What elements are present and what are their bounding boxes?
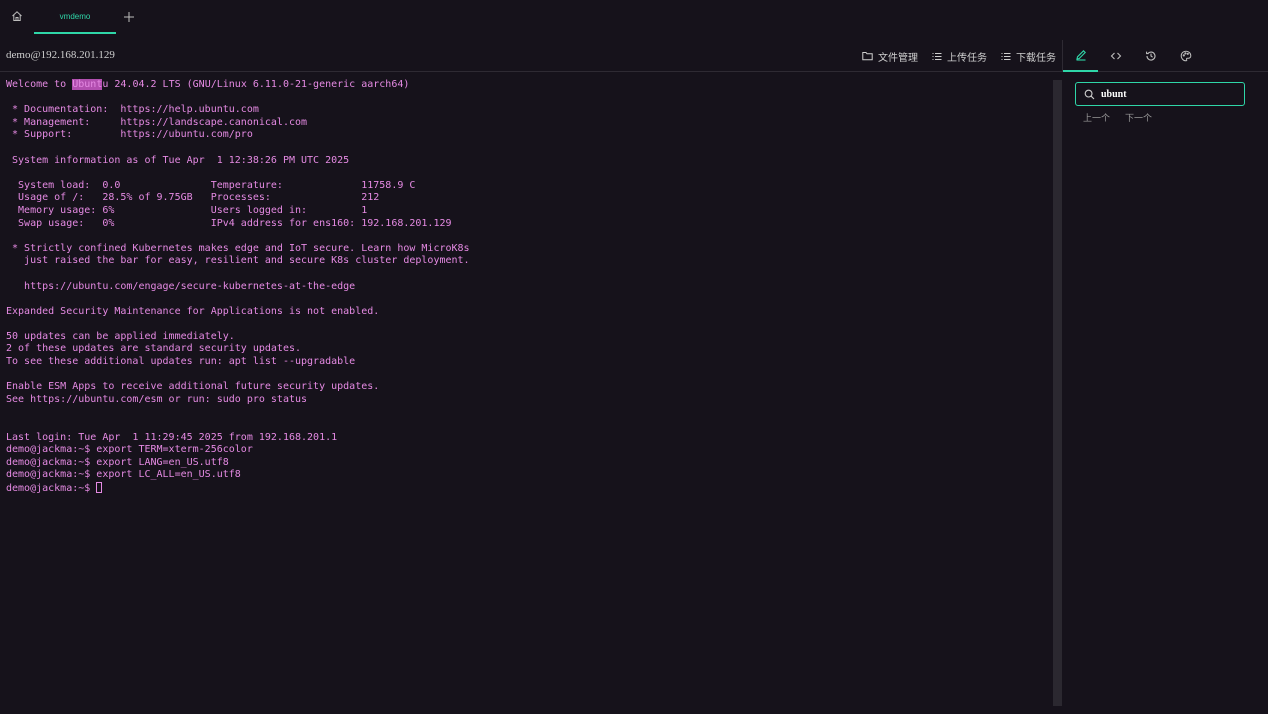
terminal-cursor [96, 482, 103, 493]
terminal-line: Enable ESM Apps to receive additional fu… [6, 381, 380, 393]
tab-code[interactable] [1098, 40, 1133, 72]
terminal-line: 50 updates can be applied immediately. [6, 330, 235, 342]
palette-icon [1180, 50, 1191, 62]
terminal-line: 2 of these updates are standard security… [6, 343, 302, 355]
terminal-line: Expanded Security Maintenance for Applic… [6, 305, 380, 317]
terminal-line: demo@jackma:~$ export TERM=xterm-256colo… [6, 444, 253, 456]
next-match-link[interactable]: 下一个 [1125, 111, 1152, 124]
home-icon [12, 11, 22, 21]
terminal-line: demo@jackma:~$ [6, 482, 1050, 496]
terminal-line: To see these additional updates run: apt… [6, 356, 356, 368]
list-icon [1001, 52, 1011, 60]
terminal-line: Memory usage: 6% Users logged in: 1 [6, 204, 368, 216]
terminal-line: Usage of /: 28.5% of 9.75GB Processes: 2… [6, 192, 380, 204]
search-panel: 上一个 下一个 [1063, 73, 1268, 714]
terminal-line: just raised the bar for easy, resilient … [6, 255, 470, 267]
history-icon [1145, 51, 1156, 61]
tab-theme[interactable] [1168, 40, 1203, 72]
home-button[interactable] [0, 0, 34, 32]
host-label: demo@192.168.201.129 [6, 49, 115, 61]
tab-history[interactable] [1133, 40, 1168, 72]
terminal-line: * Documentation: https://help.ubuntu.com [6, 104, 259, 116]
terminal-line: Welcome to Ubuntu 24.04.2 LTS (GNU/Linux… [6, 79, 410, 90]
header-divider [1062, 40, 1063, 72]
file-manager-button[interactable]: 文件管理 [862, 49, 918, 64]
prev-match-link[interactable]: 上一个 [1083, 111, 1110, 124]
plus-icon [124, 12, 134, 22]
side-panel-tabs [1063, 40, 1203, 72]
tab-label: vmdemo [59, 11, 91, 21]
search-nav: 上一个 下一个 [1083, 111, 1152, 124]
terminal-scrollbar[interactable] [1053, 80, 1062, 706]
terminal-line: Swap usage: 0% IPv4 address for ens160: … [6, 217, 452, 229]
upload-tasks-label: 上传任务 [947, 52, 987, 64]
terminal-line: Last login: Tue Apr 1 11:29:45 2025 from… [6, 431, 338, 443]
tab-vmdemo[interactable]: vmdemo [34, 0, 116, 34]
terminal-line: * Support: https://ubuntu.com/pro [6, 129, 253, 141]
add-tab-button[interactable] [118, 6, 140, 28]
download-tasks-label: 下载任务 [1016, 52, 1056, 64]
session-header: demo@192.168.201.129 文件管理 上传任务 下载任务 [0, 40, 1268, 72]
terminal-line: System load: 0.0 Temperature: 11758.9 C [6, 179, 416, 191]
upload-tasks-button[interactable]: 上传任务 [932, 49, 987, 64]
search-match-highlight: Ubunt [72, 79, 103, 90]
toolbar: 文件管理 上传任务 下载任务 [862, 40, 1056, 72]
list-icon [932, 52, 942, 60]
terminal-line: See https://ubuntu.com/esm or run: sudo … [6, 393, 308, 405]
terminal-line: System information as of Tue Apr 1 12:38… [6, 154, 350, 166]
tab-edit[interactable] [1063, 40, 1098, 72]
terminal-line: * Strictly confined Kubernetes makes edg… [6, 242, 470, 254]
code-icon [1110, 52, 1121, 60]
download-tasks-button[interactable]: 下载任务 [1001, 49, 1056, 64]
search-icon [1084, 89, 1095, 99]
folder-icon [862, 52, 873, 61]
terminal-line: demo@jackma:~$ export LANG=en_US.utf8 [6, 456, 229, 468]
terminal-line: https://ubuntu.com/engage/secure-kuberne… [6, 280, 356, 292]
file-manager-label: 文件管理 [878, 52, 918, 64]
terminal-line: * Management: https://landscape.canonica… [6, 116, 308, 128]
tab-bar [0, 0, 1268, 34]
pencil-icon [1075, 50, 1086, 61]
search-box[interactable] [1075, 82, 1245, 106]
search-input[interactable] [1101, 88, 1231, 100]
terminal-line: demo@jackma:~$ export LC_ALL=en_US.utf8 [6, 469, 241, 481]
terminal-output[interactable]: Welcome to Ubuntu 24.04.2 LTS (GNU/Linux… [6, 79, 1050, 705]
